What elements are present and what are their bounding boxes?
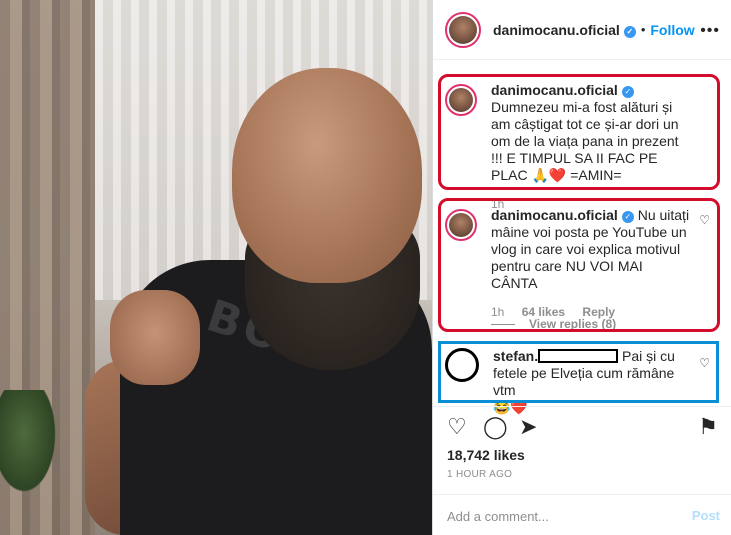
add-comment-bar: Post (433, 494, 731, 535)
comment-avatar[interactable] (445, 209, 477, 241)
more-options-icon[interactable]: ••• (700, 22, 720, 40)
caption-body: danimocanu.oficial ✓ Dumnezeu mi-a fost a… (491, 82, 691, 213)
follow-button[interactable]: Follow (650, 22, 694, 38)
comment-input[interactable] (447, 506, 677, 526)
user-comment-username[interactable]: stefan. (493, 348, 538, 364)
separator-dot: • (640, 22, 646, 37)
comment-bubble-icon[interactable]: ◯ (483, 415, 508, 439)
post-button[interactable]: Post (692, 508, 720, 523)
redaction-box (538, 349, 619, 363)
owner-comment: danimocanu.oficial ✓ Nu uitați mâine voi … (433, 207, 731, 321)
view-replies-button[interactable]: View replies (8) (491, 317, 616, 331)
comment-username[interactable]: danimocanu.oficial (491, 207, 618, 223)
profile-username[interactable]: danimocanu.oficial ✓ (493, 22, 636, 38)
caption-username[interactable]: danimocanu.oficial (491, 82, 618, 98)
verified-badge-icon: ✓ (621, 86, 634, 98)
profile-avatar[interactable] (445, 11, 481, 48)
likes-count[interactable]: 18,742 likes (447, 447, 525, 463)
verified-badge-icon: ✓ (621, 211, 634, 223)
post-photo[interactable]: BOSS (0, 0, 432, 535)
raised-fist (110, 290, 200, 385)
caption-text: Dumnezeu mi-a fost alături și am câștiga… (491, 99, 679, 183)
save-bookmark-icon[interactable]: ⚑ (698, 415, 718, 439)
plant (0, 390, 60, 500)
post-time[interactable]: 1 HOUR AGO (447, 469, 512, 480)
post-side-panel: danimocanu.oficial ✓ • Follow ••• danimoc… (432, 0, 731, 535)
caption-avatar[interactable] (445, 84, 477, 116)
share-paper-plane-icon[interactable]: ➤ (519, 415, 537, 439)
comment-body: danimocanu.oficial ✓ Nu uitați mâine voi … (491, 207, 691, 321)
like-heart-icon[interactable]: ♡ (447, 415, 467, 439)
action-bar: ♡ ◯ ➤ ⚑ (433, 406, 731, 446)
face (232, 68, 422, 283)
user-comment-like-heart-icon[interactable]: ♡ (699, 356, 710, 370)
redacted-avatar[interactable] (445, 348, 479, 382)
post-header: danimocanu.oficial ✓ • Follow ••• (433, 0, 731, 60)
verified-badge-icon: ✓ (623, 25, 636, 38)
caption: danimocanu.oficial ✓ Dumnezeu mi-a fost a… (433, 82, 731, 213)
comment-like-heart-icon[interactable]: ♡ (699, 213, 710, 227)
